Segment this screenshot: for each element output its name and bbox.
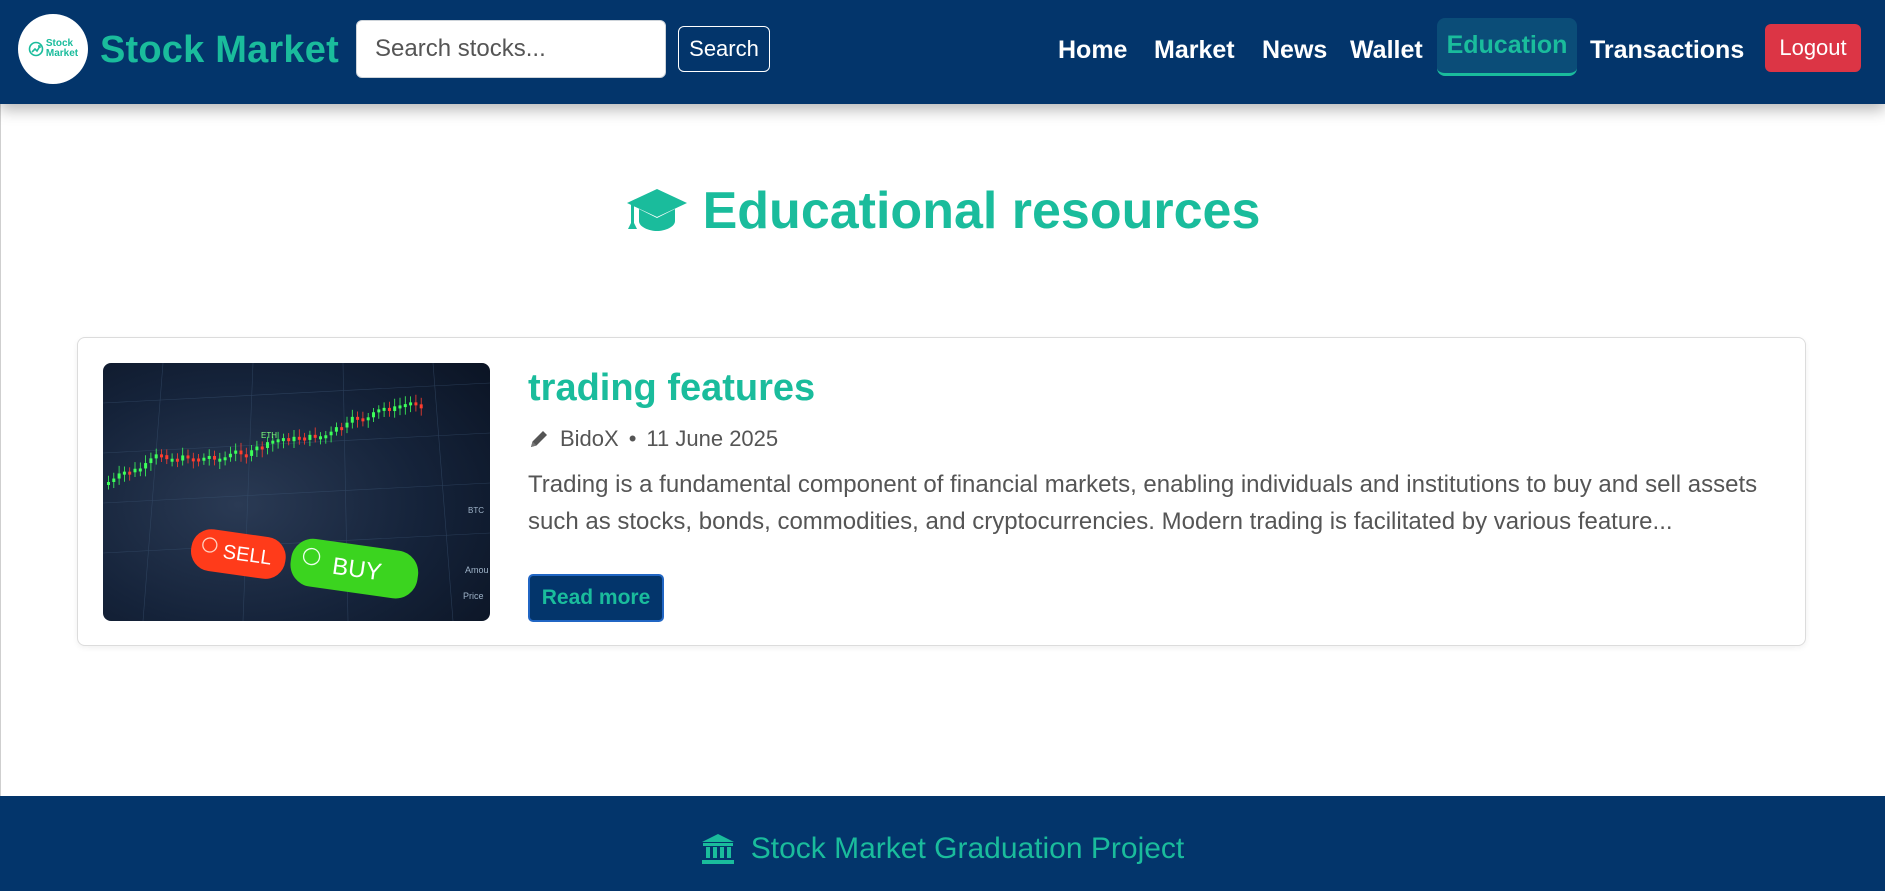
search-button[interactable]: Search — [678, 26, 770, 72]
chart-growth-icon — [28, 41, 44, 57]
eth-label: ETH — [261, 431, 277, 440]
brand-logo[interactable]: Stock Market — [18, 14, 88, 84]
nav-news[interactable]: News — [1262, 30, 1327, 70]
side-label-2: Price — [463, 591, 484, 601]
article-excerpt: Trading is a fundamental component of fi… — [528, 471, 1758, 535]
logo-text-line2: Market — [45, 48, 79, 59]
search-input[interactable] — [356, 20, 666, 78]
nav-wallet[interactable]: Wallet — [1350, 30, 1423, 70]
meta-separator: • — [628, 426, 637, 451]
bank-icon — [701, 834, 734, 864]
side-label-1: Amou — [465, 565, 489, 575]
footer-title-text: Stock Market Graduation Project — [750, 832, 1185, 865]
nav-transactions[interactable]: Transactions — [1590, 30, 1744, 70]
article-image[interactable]: ETH SELL BUY BTC Amou Price — [103, 363, 490, 621]
pencil-icon — [531, 431, 547, 447]
article-title[interactable]: trading features — [528, 364, 815, 412]
article-card: ETH SELL BUY BTC Amou Price trading feat… — [77, 337, 1806, 646]
article-meta: BidoX • 11 June 2025 — [528, 424, 778, 454]
navbar: Stock Market Stock Market Search Home Ma… — [0, 0, 1885, 104]
brand-name[interactable]: Stock Market — [100, 26, 339, 74]
read-more-button[interactable]: Read more — [528, 574, 664, 622]
footer: Stock Market Graduation Project — [0, 796, 1885, 891]
graduation-cap-icon — [626, 189, 687, 231]
article-author: BidoX — [560, 426, 619, 451]
page-title-text: Educational resources — [702, 182, 1261, 240]
footer-title: Stock Market Graduation Project — [0, 832, 1885, 866]
page-title: Educational resources — [0, 176, 1885, 246]
nav-market[interactable]: Market — [1154, 30, 1235, 70]
logout-button[interactable]: Logout — [1765, 24, 1861, 72]
nav-home[interactable]: Home — [1058, 30, 1127, 70]
nav-education[interactable]: Education — [1437, 18, 1577, 76]
side-label-3: BTC — [468, 506, 484, 515]
article-date: 11 June 2025 — [646, 426, 779, 451]
